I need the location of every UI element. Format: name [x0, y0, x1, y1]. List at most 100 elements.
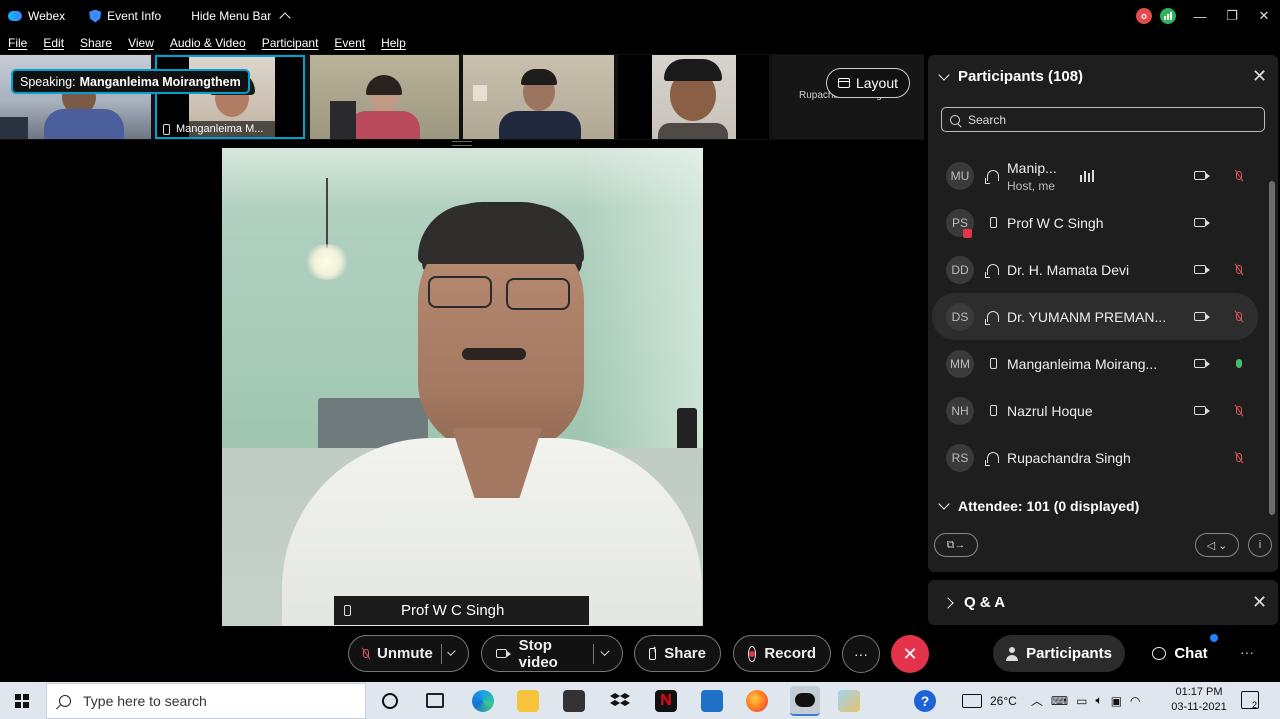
- menu-view[interactable]: View: [120, 36, 162, 50]
- webex-taskbar-icon[interactable]: [790, 686, 820, 716]
- unmute-button[interactable]: Unmute: [348, 635, 469, 672]
- camera-icon[interactable]: [1194, 171, 1210, 180]
- mic-muted-icon[interactable]: [1235, 310, 1243, 323]
- participant-row[interactable]: MU Manip... Host, me: [932, 152, 1258, 199]
- dropbox-icon[interactable]: [609, 690, 631, 712]
- help-icon[interactable]: ?: [914, 690, 936, 712]
- taskbar-search-input[interactable]: Type here to search: [46, 683, 366, 719]
- task-view-icon[interactable]: [426, 693, 444, 708]
- menu-share[interactable]: Share: [72, 36, 120, 50]
- edge-icon[interactable]: [472, 690, 494, 712]
- file-explorer-icon[interactable]: [517, 690, 539, 712]
- minimize-icon[interactable]: —: [1184, 0, 1216, 32]
- netflix-icon[interactable]: N: [655, 690, 677, 712]
- lower-hands-button[interactable]: ◁ ⌄: [1195, 533, 1239, 557]
- video-thumbnail-active[interactable]: Manganleima M...: [155, 55, 305, 139]
- thumbnail-name: Manganleima M...: [157, 121, 277, 137]
- shield-icon: [89, 9, 102, 23]
- mic-muted-icon[interactable]: [1235, 263, 1243, 276]
- wifi-icon[interactable]: ◠: [1130, 694, 1140, 708]
- share-button[interactable]: Share: [634, 635, 721, 672]
- firefox-icon[interactable]: [746, 690, 768, 712]
- phone-icon: [986, 216, 1000, 230]
- more-options-icon[interactable]: ···: [842, 635, 880, 673]
- paint-icon[interactable]: [838, 690, 860, 712]
- volume-icon[interactable]: 🔈︎: [1096, 693, 1103, 708]
- participant-row[interactable]: NH Nazrul Hoque: [932, 387, 1258, 434]
- end-meeting-icon[interactable]: ✕: [891, 635, 929, 673]
- taskbar-clock[interactable]: 01:17 PM 03-11-2021: [1170, 685, 1228, 715]
- mic-muted-icon[interactable]: [1235, 169, 1243, 182]
- video-thumbnail[interactable]: [463, 55, 614, 139]
- avatar: MU: [946, 161, 974, 190]
- menu-audio-video[interactable]: Audio & Video: [162, 36, 254, 50]
- meet-now-icon[interactable]: ⌨: [1051, 694, 1068, 708]
- menu-file[interactable]: File: [0, 36, 35, 50]
- chevron-down-icon[interactable]: [600, 646, 610, 657]
- avatar: RS: [946, 443, 974, 472]
- video-thumbnail[interactable]: [618, 55, 769, 139]
- close-icon[interactable]: ✕: [1252, 66, 1267, 87]
- store-icon[interactable]: [563, 690, 585, 712]
- mic-muted-icon[interactable]: [1235, 404, 1243, 417]
- battery-icon[interactable]: ▭: [1076, 694, 1087, 708]
- hide-menu-bar-button[interactable]: Hide Menu Bar: [183, 9, 297, 24]
- weather-icon[interactable]: [962, 693, 982, 708]
- move-to-panelist-button[interactable]: ⧉→: [934, 533, 978, 557]
- event-info-button[interactable]: Event Info: [81, 9, 169, 23]
- camera-icon[interactable]: [1194, 359, 1210, 368]
- participant-row[interactable]: DS Dr. YUMANM PREMAN...: [932, 293, 1258, 340]
- search-icon: [950, 114, 960, 125]
- window-controls: o — ❐ ✕: [1136, 0, 1280, 32]
- menu-edit[interactable]: Edit: [35, 36, 72, 50]
- video-thumbnail[interactable]: [0, 55, 151, 139]
- mail-icon[interactable]: [701, 690, 723, 712]
- info-icon[interactable]: i: [1248, 533, 1272, 557]
- menu-event[interactable]: Event: [326, 36, 373, 50]
- participant-row[interactable]: DD Dr. H. Mamata Devi: [932, 246, 1258, 293]
- participant-list-scrollbar[interactable]: [1268, 143, 1276, 533]
- close-icon[interactable]: ✕: [1248, 0, 1280, 32]
- record-button[interactable]: Record: [733, 635, 831, 672]
- participant-row[interactable]: PS Prof W C Singh: [932, 199, 1258, 246]
- user-avatar[interactable]: o: [1136, 8, 1152, 24]
- avatar: DD: [946, 255, 974, 284]
- chat-bubble-icon: [1152, 647, 1167, 660]
- participant-row[interactable]: MM Manganleima Moirang...: [932, 340, 1258, 387]
- participants-header[interactable]: Participants (108): [938, 68, 1083, 85]
- app-menu[interactable]: Webex: [0, 9, 73, 23]
- restore-icon[interactable]: ❐: [1216, 0, 1248, 32]
- chevron-up-icon[interactable]: ︿: [1031, 692, 1043, 709]
- attendee-section-header[interactable]: Attendee: 101 (0 displayed): [938, 498, 1139, 514]
- chevron-down-icon[interactable]: [447, 647, 456, 656]
- record-icon: [748, 645, 757, 662]
- menu-help[interactable]: Help: [373, 36, 414, 50]
- more-panels-icon[interactable]: ···: [1240, 644, 1254, 660]
- resize-handle[interactable]: [452, 141, 472, 146]
- mic-active-icon[interactable]: [1235, 357, 1243, 370]
- notification-center-icon[interactable]: 2: [1241, 691, 1259, 710]
- camera-icon[interactable]: [1194, 265, 1210, 274]
- camera-icon[interactable]: [1194, 406, 1210, 415]
- participants-toggle-button[interactable]: Participants: [993, 635, 1125, 672]
- video-thumbnail[interactable]: [310, 55, 459, 139]
- stop-video-button[interactable]: Stop video: [481, 635, 623, 672]
- windows-start-icon[interactable]: [15, 694, 29, 708]
- event-info-label: Event Info: [107, 9, 162, 23]
- display-icon[interactable]: ▣: [1111, 694, 1122, 708]
- camera-icon[interactable]: [1194, 218, 1210, 227]
- chat-button[interactable]: Chat: [1140, 635, 1220, 672]
- participant-row[interactable]: RS Rupachandra Singh: [932, 434, 1258, 481]
- menu-participant[interactable]: Participant: [254, 36, 327, 50]
- avatar: MM: [946, 349, 974, 378]
- layout-button[interactable]: Layout: [826, 68, 910, 98]
- qa-header[interactable]: Q & A: [942, 594, 1005, 611]
- mic-muted-icon[interactable]: [1235, 451, 1243, 464]
- network-health-icon[interactable]: [1160, 8, 1176, 24]
- move-icon: ⧉→: [946, 538, 966, 551]
- cortana-icon[interactable]: [382, 693, 398, 709]
- main-video-feed[interactable]: [222, 148, 703, 626]
- participant-search-input[interactable]: Search: [941, 107, 1265, 132]
- close-icon[interactable]: ✕: [1252, 592, 1267, 613]
- camera-icon[interactable]: [1194, 312, 1210, 321]
